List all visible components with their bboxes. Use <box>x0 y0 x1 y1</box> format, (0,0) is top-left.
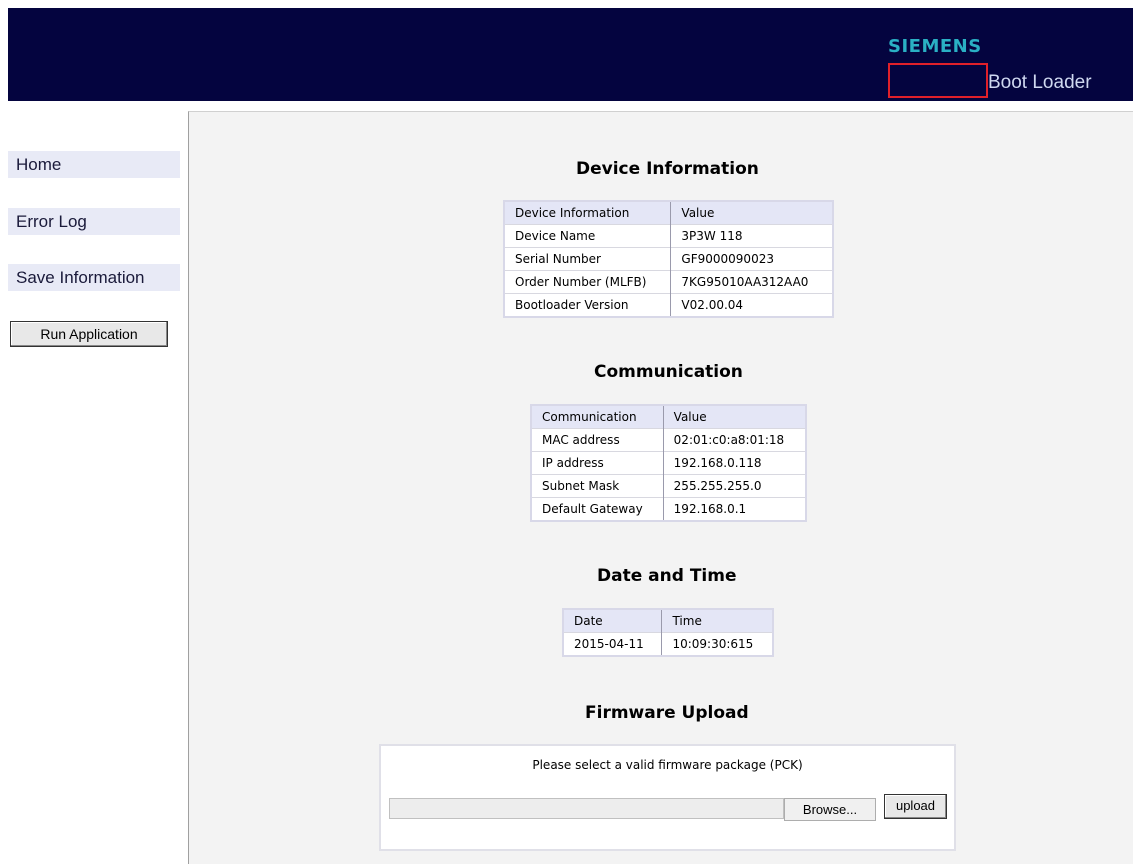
firmware-upload-message: Please select a valid firmware package (… <box>532 758 803 772</box>
row-value: 3P3W 118 <box>670 224 833 248</box>
column-header: Communication <box>531 405 664 429</box>
sidebar-item-error-log[interactable]: Error Log <box>8 208 180 235</box>
row-label: MAC address <box>531 428 664 452</box>
row-label: Device Name <box>504 224 671 248</box>
column-header: Value <box>662 405 806 429</box>
device-info-table: Device Information Value Device Name 3P3… <box>503 200 834 318</box>
communication-title: Communication <box>594 362 743 382</box>
product-title: Boot Loader <box>988 72 1092 93</box>
column-header: Value <box>670 201 833 225</box>
table-header-row: Device Information Value <box>504 201 833 225</box>
run-application-button[interactable]: Run Application <box>10 321 168 347</box>
table-row: Bootloader Version V02.00.04 <box>504 293 833 317</box>
table-row: Default Gateway 192.168.0.1 <box>531 497 806 521</box>
row-label: Subnet Mask <box>531 474 664 498</box>
time-value: 10:09:30:615 <box>661 632 773 656</box>
row-label: Order Number (MLFB) <box>504 270 671 294</box>
firmware-file-input[interactable] <box>389 798 784 819</box>
row-value: GF9000090023 <box>670 247 833 271</box>
date-value: 2015-04-11 <box>563 632 662 656</box>
table-row: Device Name 3P3W 118 <box>504 224 833 248</box>
table-row: Serial Number GF9000090023 <box>504 247 833 271</box>
row-label: Default Gateway <box>531 497 664 521</box>
row-value: V02.00.04 <box>670 293 833 317</box>
upload-button[interactable]: upload <box>884 794 947 819</box>
sidebar-item-save-information[interactable]: Save Information <box>8 264 180 291</box>
device-info-title: Device Information <box>576 159 759 179</box>
column-header: Device Information <box>504 201 671 225</box>
column-header: Time <box>661 609 773 633</box>
firmware-upload-title: Firmware Upload <box>585 703 749 723</box>
table-row: Order Number (MLFB) 7KG95010AA312AA0 <box>504 270 833 294</box>
column-header: Date <box>563 609 662 633</box>
brand-logo: SIEMENS <box>888 36 982 57</box>
row-label: Bootloader Version <box>504 293 671 317</box>
communication-table: Communication Value MAC address 02:01:c0… <box>530 404 807 522</box>
table-row: MAC address 02:01:c0:a8:01:18 <box>531 428 806 452</box>
row-value: 192.168.0.118 <box>662 451 806 475</box>
row-value: 192.168.0.1 <box>662 497 806 521</box>
table-header-row: Communication Value <box>531 405 806 429</box>
row-label: IP address <box>531 451 664 475</box>
highlight-box <box>888 63 988 98</box>
datetime-title: Date and Time <box>597 566 737 586</box>
row-value: 02:01:c0:a8:01:18 <box>662 428 806 452</box>
row-label: Serial Number <box>504 247 671 271</box>
table-row: Subnet Mask 255.255.255.0 <box>531 474 806 498</box>
browse-button[interactable]: Browse... <box>784 798 876 821</box>
table-header-row: Date Time <box>563 609 773 633</box>
firmware-upload-panel: Please select a valid firmware package (… <box>379 744 956 851</box>
row-value: 7KG95010AA312AA0 <box>670 270 833 294</box>
sidebar-item-home[interactable]: Home <box>8 151 180 178</box>
row-value: 255.255.255.0 <box>662 474 806 498</box>
table-row: IP address 192.168.0.118 <box>531 451 806 475</box>
table-row: 2015-04-11 10:09:30:615 <box>563 632 773 656</box>
datetime-table: Date Time 2015-04-11 10:09:30:615 <box>562 608 774 657</box>
header-bar: SIEMENS Boot Loader <box>8 8 1133 101</box>
